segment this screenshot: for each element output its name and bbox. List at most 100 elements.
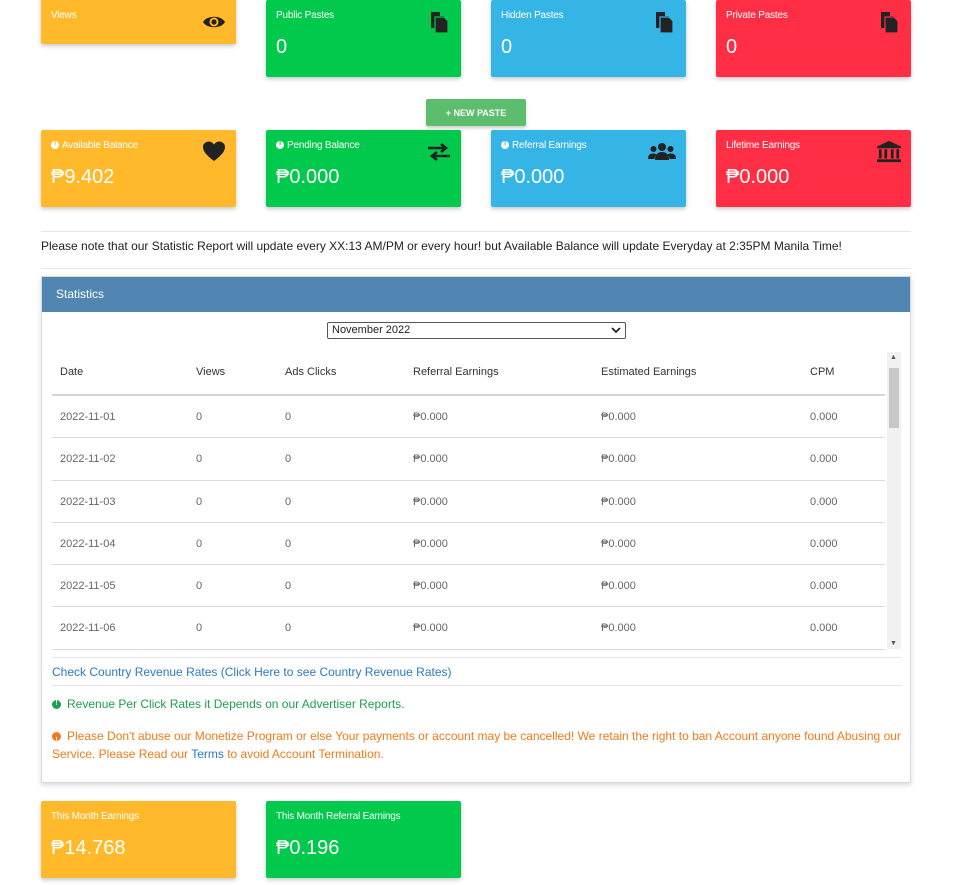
heart-icon <box>203 141 225 161</box>
this-month-earnings-card: This Month Earnings ₱14.768 <box>41 801 236 878</box>
bank-icon <box>877 140 901 163</box>
card-value: ₱14.768 <box>51 837 126 859</box>
card-title-text: Available Balance <box>62 140 138 151</box>
divider <box>41 268 911 269</box>
views-cell: 0 <box>196 411 203 423</box>
scrollbar-thumb[interactable] <box>889 368 899 428</box>
column-header: Ads Clicks <box>285 366 337 378</box>
private-pastes-card: Private Pastes 0 <box>716 0 911 77</box>
column-header: CPM <box>810 366 835 378</box>
cpm-cell: 0.000 <box>810 453 838 465</box>
cpm-cell: 0.000 <box>810 580 838 592</box>
card-value: ₱0.000 <box>276 166 340 188</box>
date-cell: 2022-11-06 <box>60 622 116 634</box>
referral-earnings-cell: ₱0.000 <box>413 411 448 423</box>
divider <box>52 657 902 658</box>
pending-balance-card: Pending Balance ₱0.000 <box>266 130 461 207</box>
warning-text-before: Please Don't abuse our Monetize Program … <box>52 729 901 761</box>
ads-clicks-cell: 0 <box>285 580 292 592</box>
referral-earnings-cell: ₱0.000 <box>413 496 448 508</box>
referral-earnings-cell: ₱0.000 <box>413 580 448 592</box>
divider <box>52 685 902 686</box>
card-title: Hidden Pastes <box>501 10 564 21</box>
month-select-value: November 2022 <box>332 324 411 336</box>
ads-clicks-cell: 0 <box>285 622 292 634</box>
lifetime-earnings-card: Lifetime Earnings ₱0.000 <box>716 130 911 207</box>
table-row: 2022-11-05 0 0 ₱0.000 ₱0.000 0.000 <box>52 564 885 607</box>
statistics-panel: Statistics November 2022 Date Views Ads … <box>41 276 911 783</box>
document-icon <box>881 12 899 34</box>
divider <box>41 231 911 232</box>
exchange-icon <box>428 142 450 162</box>
date-cell: 2022-11-02 <box>60 453 116 465</box>
ads-clicks-cell: 0 <box>285 538 292 550</box>
card-title: Public Pastes <box>276 10 334 21</box>
card-value: 0 <box>276 36 288 58</box>
estimated-earnings-cell: ₱0.000 <box>601 538 636 550</box>
card-title: Available Balance <box>51 140 138 151</box>
document-icon <box>431 12 449 34</box>
scroll-down-arrow[interactable]: ▼ <box>890 640 897 647</box>
table-row: 2022-11-06 0 0 ₱0.000 ₱0.000 0.000 <box>52 606 885 650</box>
card-value: ₱9.402 <box>51 166 115 188</box>
referral-earnings-cell: ₱0.000 <box>413 538 448 550</box>
eye-icon <box>203 16 225 28</box>
table-row: 2022-11-01 0 0 ₱0.000 ₱0.000 0.000 <box>52 394 885 438</box>
hidden-pastes-card: Hidden Pastes 0 <box>491 0 686 77</box>
referral-earnings-cell: ₱0.000 <box>413 453 448 465</box>
column-header: Referral Earnings <box>413 366 499 378</box>
month-select[interactable]: November 2022 <box>327 322 626 339</box>
date-cell: 2022-11-05 <box>60 580 116 592</box>
card-value: ₱0.000 <box>501 166 565 188</box>
views-cell: 0 <box>196 538 203 550</box>
cpm-cell: 0.000 <box>810 411 838 423</box>
available-balance-card: Available Balance ₱9.402 <box>41 130 236 207</box>
date-cell: 2022-11-04 <box>60 538 116 550</box>
estimated-earnings-cell: ₱0.000 <box>601 453 636 465</box>
card-title: Views <box>51 10 77 21</box>
statistics-table: Date Views Ads Clicks Referral Earnings … <box>52 352 901 651</box>
card-title: This Month Earnings <box>51 811 139 822</box>
this-month-referral-earnings-card: This Month Referral Earnings ₱0.196 <box>266 801 461 878</box>
date-cell: 2022-11-03 <box>60 496 116 508</box>
statistic-update-notice: Please note that our Statistic Report wi… <box>41 239 842 253</box>
panel-heading: Statistics <box>42 277 910 312</box>
card-title: Referral Earnings <box>501 140 587 151</box>
info-circle-icon <box>52 700 61 709</box>
referral-earnings-card: Referral Earnings ₱0.000 <box>491 130 686 207</box>
date-cell: 2022-11-01 <box>60 411 116 423</box>
info-icon <box>276 140 284 149</box>
warning-circle-icon <box>52 732 61 750</box>
info-icon <box>501 140 509 149</box>
document-icon <box>656 12 674 34</box>
card-title: This Month Referral Earnings <box>276 811 401 822</box>
card-title-text: Referral Earnings <box>512 140 587 151</box>
views-cell: 0 <box>196 580 203 592</box>
scroll-up-arrow[interactable]: ▲ <box>890 354 897 361</box>
table-scrollbar[interactable]: ▲ ▼ <box>887 352 901 649</box>
estimated-earnings-cell: ₱0.000 <box>601 411 636 423</box>
ads-clicks-cell: 0 <box>285 453 292 465</box>
cpm-cell: 0.000 <box>810 622 838 634</box>
views-card: Views <box>41 0 236 44</box>
views-cell: 0 <box>196 496 203 508</box>
new-paste-button[interactable]: + NEW PASTE <box>426 99 526 126</box>
country-revenue-rates-link[interactable]: Check Country Revenue Rates (Click Here … <box>52 665 452 679</box>
table-row: 2022-11-02 0 0 ₱0.000 ₱0.000 0.000 <box>52 437 885 480</box>
users-icon <box>648 143 676 160</box>
estimated-earnings-cell: ₱0.000 <box>601 622 636 634</box>
ads-clicks-cell: 0 <box>285 496 292 508</box>
ads-clicks-cell: 0 <box>285 411 292 423</box>
card-value: 0 <box>501 36 513 58</box>
terms-link[interactable]: Terms <box>191 747 224 761</box>
cpm-cell: 0.000 <box>810 538 838 550</box>
warning-text-after: to avoid Account Termination. <box>223 747 384 761</box>
table-row: 2022-11-04 0 0 ₱0.000 ₱0.000 0.000 <box>52 522 885 565</box>
revenue-info-note: Revenue Per Click Rates it Depends on ou… <box>52 697 405 711</box>
card-value: ₱0.000 <box>726 166 790 188</box>
card-title: Lifetime Earnings <box>726 140 800 151</box>
card-title: Private Pastes <box>726 10 788 21</box>
abuse-warning: Please Don't abuse our Monetize Program … <box>52 727 902 763</box>
referral-earnings-cell: ₱0.000 <box>413 622 448 634</box>
card-title: Pending Balance <box>276 140 360 151</box>
